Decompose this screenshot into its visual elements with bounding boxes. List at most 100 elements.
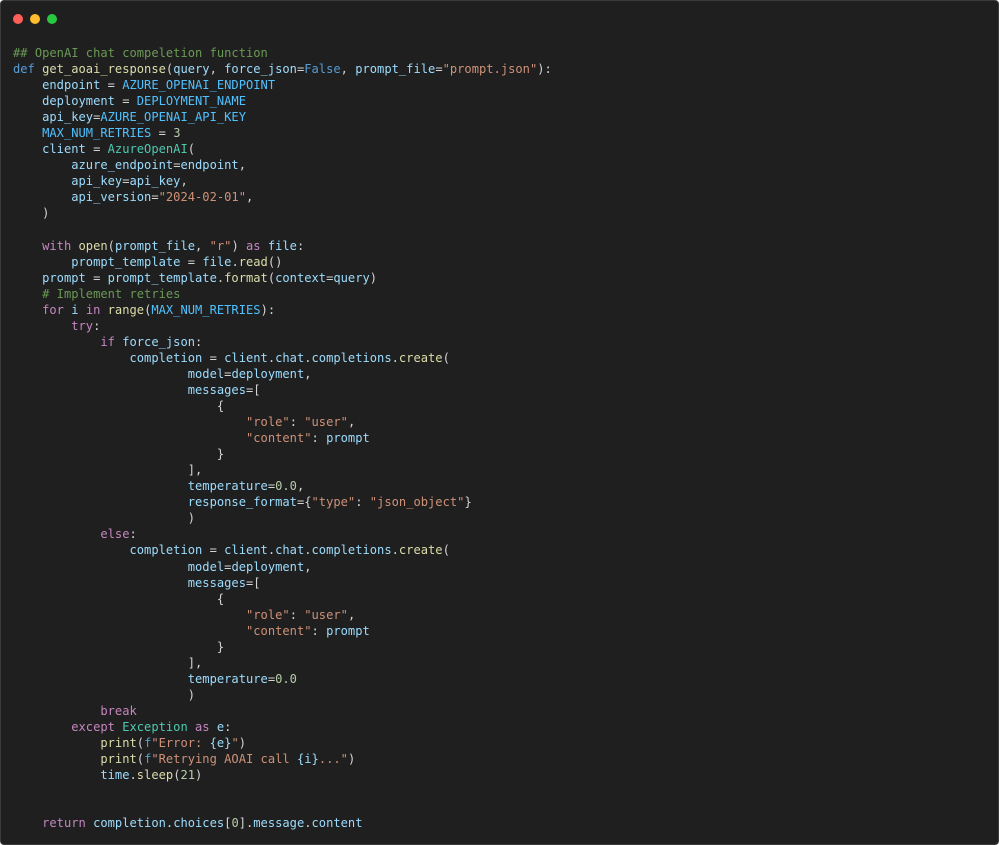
code-token-str: "Retrying AOAI call — [151, 752, 297, 767]
code-token-var: prompt — [42, 270, 86, 285]
code-token-plain: =[ — [246, 575, 261, 590]
code-block[interactable]: ## OpenAI chat compeletion function def g… — [13, 45, 552, 831]
code-token-plain: = — [151, 126, 174, 141]
code-token-class: Exception — [122, 719, 188, 734]
code-token-plain: . — [391, 350, 399, 365]
code-line: deployment = DEPLOYMENT_NAME — [13, 93, 552, 109]
code-token-plain: ) — [347, 752, 356, 767]
code-token-const: AZURE_OPENAI_API_KEY — [100, 110, 246, 125]
code-token-plain: , — [347, 415, 356, 430]
code-token-plain: : — [195, 334, 203, 349]
code-line: "content": prompt — [13, 623, 552, 639]
code-token-str: "json_object" — [369, 495, 465, 510]
code-token-var: deployment — [42, 94, 115, 109]
code-token-str: "2024-02-01" — [158, 190, 246, 205]
code-token-num: 0 — [231, 816, 239, 831]
code-token-func: create — [398, 350, 443, 365]
code-token-plain: = — [180, 254, 203, 269]
code-line: model=deployment, — [13, 559, 552, 575]
code-token-comment: ## OpenAI chat compeletion function — [13, 46, 268, 60]
code-token-plain: , — [347, 607, 356, 622]
code-token-class: AzureOpenAI — [107, 142, 188, 157]
code-line: ], — [13, 655, 552, 671]
code-token-func: print — [100, 736, 137, 751]
code-token-var: deployment — [231, 559, 305, 574]
code-token-var: {i} — [296, 752, 319, 767]
code-token-var: query — [173, 62, 210, 77]
code-line: "content": prompt — [13, 430, 552, 446]
code-token-keyword: for — [42, 302, 64, 317]
code-token-var: deployment — [231, 366, 305, 381]
code-token-plain: = — [202, 350, 225, 365]
code-token-plain: ]. — [238, 816, 254, 831]
code-token-plain: , — [180, 174, 188, 189]
close-window-button[interactable] — [13, 14, 23, 24]
code-token-func: create — [398, 543, 443, 558]
code-token-var: api_version — [71, 190, 152, 205]
code-token-plain: = — [435, 62, 443, 77]
code-line: for i in range(MAX_NUM_RETRIES): — [13, 302, 552, 318]
code-line: api_key=api_key, — [13, 173, 552, 189]
code-token-func: format — [224, 270, 268, 285]
code-token-keyword: as — [246, 238, 261, 253]
code-token-plain: . — [304, 543, 312, 558]
code-token-var: prompt_template — [71, 254, 181, 269]
code-token-func: print — [100, 752, 137, 767]
code-token-num: 0.0 — [275, 479, 297, 494]
code-token-plain: { — [13, 399, 225, 414]
code-token-plain: ( — [136, 736, 145, 751]
code-token-keyword: except — [71, 719, 115, 734]
code-token-comment: # Implement retries — [42, 286, 181, 301]
code-token-plain: , — [238, 158, 246, 173]
code-token-var: api_key — [129, 174, 181, 189]
code-token-var: prompt — [326, 623, 370, 638]
code-token-plain: , — [209, 62, 225, 77]
code-line: } — [13, 446, 552, 462]
maximize-window-button[interactable] — [47, 14, 57, 24]
code-token-var: completion — [129, 543, 203, 558]
code-token-const: DEPLOYMENT_NAME — [136, 94, 246, 109]
code-line: temperature=0.0, — [13, 478, 552, 494]
code-token-var: choices — [173, 816, 225, 831]
code-token-str: "type" — [311, 495, 356, 510]
code-token-var: prompt_file — [114, 238, 196, 253]
code-line: } — [13, 639, 552, 655]
code-token-var: messages — [187, 382, 246, 397]
code-window: ## OpenAI chat compeletion function def g… — [0, 0, 999, 845]
code-line: try: — [13, 318, 552, 334]
code-token-str: "r" — [209, 238, 232, 253]
code-token-plain: , — [246, 190, 254, 205]
code-token-str: "user" — [304, 415, 348, 430]
code-token-plain: ( — [442, 350, 450, 365]
code-token-str: "user" — [304, 607, 348, 622]
code-token-keyword: return — [42, 816, 86, 831]
code-line: break — [13, 703, 552, 719]
code-token-plain: = — [85, 270, 108, 285]
code-token-plain: . — [391, 543, 399, 558]
code-line: time.sleep(21) — [13, 767, 552, 783]
code-line: "role": "user", — [13, 607, 552, 623]
code-token-func: open — [78, 238, 108, 253]
code-token-var: completions — [311, 350, 392, 365]
minimize-window-button[interactable] — [30, 14, 40, 24]
code-line: completion = client.chat.completions.cre… — [13, 350, 552, 366]
code-token-num: 0.0 — [275, 671, 297, 686]
code-token-str: " — [231, 736, 239, 751]
code-token-keyword: with — [42, 238, 72, 253]
code-token-plain: : — [311, 431, 327, 446]
code-token-plain: : — [289, 607, 305, 622]
